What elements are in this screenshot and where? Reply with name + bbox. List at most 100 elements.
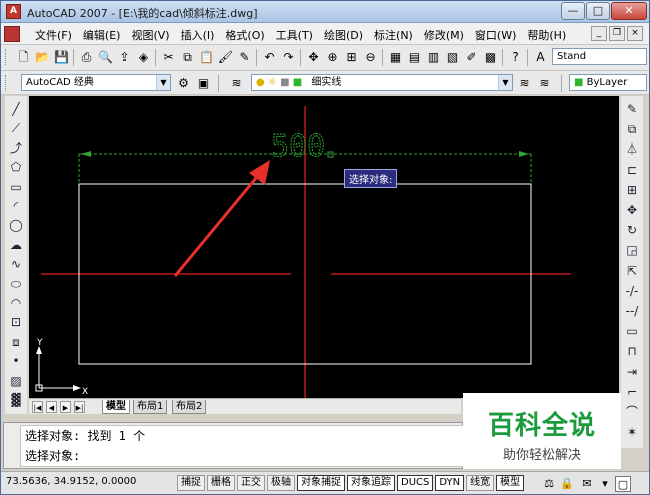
clean-screen-icon[interactable]: ▢ <box>615 476 631 492</box>
revision-cloud-icon[interactable]: ☁ <box>7 236 25 254</box>
text-style-icon[interactable]: A <box>532 49 549 66</box>
status-toggle[interactable]: 模型 <box>496 475 525 491</box>
copy-object-icon[interactable]: ⧉ <box>623 120 641 138</box>
menu-item[interactable]: 工具(T) <box>276 27 313 43</box>
zoom-realtime-icon[interactable]: ⊕ <box>324 49 341 66</box>
next-tab-button[interactable]: ▶ <box>60 401 71 413</box>
doc-minimize-button[interactable]: _ <box>591 26 607 41</box>
trim-icon[interactable]: -/- <box>623 282 641 300</box>
command-history[interactable]: 选择对象: 找到 1 个 选择对象: <box>20 425 464 467</box>
rotate-icon[interactable]: ↻ <box>623 221 641 239</box>
insert-block-icon[interactable]: ⊡ <box>7 313 25 331</box>
annotation-scale-icon[interactable]: ⚖ <box>541 476 557 492</box>
copy-icon[interactable]: ⧉ <box>179 49 196 66</box>
menu-item[interactable]: 编辑(E) <box>83 27 121 43</box>
menu-item[interactable]: 视图(V) <box>131 27 169 43</box>
chamfer-icon[interactable]: ⌐ <box>623 383 641 401</box>
ellipse-arc-icon[interactable]: ◠ <box>7 294 25 312</box>
layer-previous-icon[interactable]: ≋ <box>536 75 553 92</box>
menu-item[interactable]: 文件(F) <box>35 27 72 43</box>
help-icon[interactable]: ? <box>507 49 524 66</box>
toolbar-grip[interactable] <box>5 75 8 91</box>
pan-icon[interactable]: ✥ <box>305 49 322 66</box>
prev-tab-button[interactable]: ◀ <box>46 401 57 413</box>
workspace-save-icon[interactable]: ▣ <box>195 75 212 92</box>
status-toggle[interactable]: 线宽 <box>466 475 495 491</box>
erase-icon[interactable]: ✎ <box>623 100 641 118</box>
spline-icon[interactable]: ∿ <box>7 255 25 273</box>
text-style-select[interactable]: Stand <box>552 48 647 65</box>
publish-icon[interactable]: ⇪ <box>116 49 133 66</box>
construction-line-icon[interactable]: ⟋ <box>7 119 25 137</box>
move-icon[interactable]: ✥ <box>623 201 641 219</box>
gradient-icon[interactable]: ▓ <box>7 391 25 409</box>
block-editor-icon[interactable]: ✎ <box>236 49 253 66</box>
workspace-select[interactable]: AutoCAD 经典 ▼ <box>21 74 171 91</box>
workspace-settings-icon[interactable]: ⚙ <box>175 75 192 92</box>
status-toggle[interactable]: 捕捉 <box>177 475 205 491</box>
hatch-icon[interactable]: ▨ <box>7 372 25 390</box>
chevron-down-icon[interactable]: ▼ <box>156 75 170 90</box>
document-icon[interactable] <box>4 26 20 42</box>
polygon-icon[interactable]: ⬠ <box>7 158 25 176</box>
layout-tab-model[interactable]: 模型 <box>102 400 130 414</box>
offset-icon[interactable]: ⊏ <box>623 161 641 179</box>
layout-tab-layout2[interactable]: 布局2 <box>172 400 207 414</box>
doc-close-button[interactable]: × <box>627 26 643 41</box>
zoom-previous-icon[interactable]: ⊖ <box>362 49 379 66</box>
menu-item[interactable]: 帮助(H) <box>527 27 566 43</box>
lock-icon[interactable]: 🔒 <box>559 476 575 492</box>
status-toggle[interactable]: DYN <box>435 475 465 491</box>
status-toggle[interactable]: 对象捕捉 <box>297 475 345 491</box>
status-toggle[interactable]: DUCS <box>397 475 434 491</box>
extend-icon[interactable]: --/ <box>623 302 641 320</box>
ellipse-icon[interactable]: ⬭ <box>7 275 25 293</box>
chevron-down-icon[interactable]: ▼ <box>498 75 512 90</box>
last-tab-button[interactable]: ▶| <box>74 401 85 413</box>
point-icon[interactable]: • <box>7 352 25 370</box>
status-toggle[interactable]: 栅格 <box>207 475 235 491</box>
properties-icon[interactable]: ▦ <box>387 49 404 66</box>
plot-icon[interactable]: ⎙ <box>78 49 95 66</box>
circle-icon[interactable]: ◯ <box>7 216 25 234</box>
rectangle-icon[interactable]: ▭ <box>7 178 25 196</box>
mirror-icon[interactable]: ⏃ <box>623 140 641 158</box>
first-tab-button[interactable]: |◀ <box>32 401 43 413</box>
open-icon[interactable]: 📂 <box>34 49 51 66</box>
toolbar-grip[interactable] <box>5 49 8 65</box>
menu-item[interactable]: 格式(O) <box>225 27 264 43</box>
stretch-icon[interactable]: ⇱ <box>623 262 641 280</box>
make-block-icon[interactable]: ⧈ <box>7 333 25 351</box>
save-icon[interactable]: 💾 <box>53 49 70 66</box>
maximize-button[interactable]: □ <box>586 2 610 20</box>
explode-icon[interactable]: ✶ <box>623 423 641 441</box>
match-properties-icon[interactable]: 🖌 <box>217 49 234 66</box>
status-toggle[interactable]: 正交 <box>237 475 265 491</box>
minimize-button[interactable]: — <box>561 2 585 20</box>
arc-icon[interactable]: ◜ <box>7 197 25 215</box>
layer-select[interactable]: ● ☼ ■ ■ 细实线 ▼ <box>251 74 513 91</box>
markup-icon[interactable]: ✐ <box>463 49 480 66</box>
cursor-coordinates[interactable]: 73.5636, 34.9152, 0.0000 <box>6 476 176 487</box>
3d-dwf-icon[interactable]: ◈ <box>135 49 152 66</box>
new-icon[interactable]: 🗋 <box>15 49 32 66</box>
close-button[interactable]: ✕ <box>611 2 647 20</box>
zoom-window-icon[interactable]: ⊞ <box>343 49 360 66</box>
undo-icon[interactable]: ↶ <box>261 49 278 66</box>
design-center-icon[interactable]: ▤ <box>406 49 423 66</box>
doc-restore-button[interactable]: ❐ <box>609 26 625 41</box>
paste-icon[interactable]: 📋 <box>198 49 215 66</box>
calculator-icon[interactable]: ▩ <box>482 49 499 66</box>
color-select[interactable]: ■ ByLayer <box>569 74 647 91</box>
cut-icon[interactable]: ✂ <box>160 49 177 66</box>
redo-icon[interactable]: ↷ <box>280 49 297 66</box>
break-icon[interactable]: ⊓ <box>623 342 641 360</box>
fillet-icon[interactable]: ⌒ <box>623 403 641 421</box>
layer-manager-icon[interactable]: ≋ <box>228 75 245 92</box>
sheet-set-icon[interactable]: ▧ <box>444 49 461 66</box>
break-at-point-icon[interactable]: ▭ <box>623 322 641 340</box>
array-icon[interactable]: ⊞ <box>623 181 641 199</box>
status-toggle[interactable]: 极轴 <box>267 475 295 491</box>
status-toggle[interactable]: 对象追踪 <box>347 475 395 491</box>
menu-item[interactable]: 修改(M) <box>424 27 464 43</box>
